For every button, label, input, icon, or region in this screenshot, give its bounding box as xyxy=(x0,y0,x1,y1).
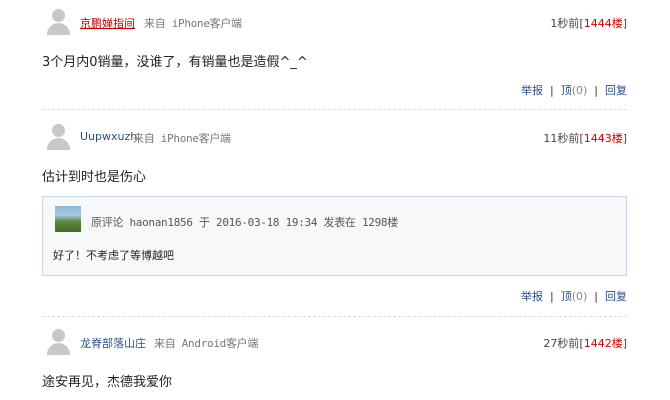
comment-text: 途安再见，杰德我爱你 xyxy=(42,375,173,390)
quoted-user-avatar[interactable] xyxy=(55,206,81,232)
avatar[interactable] xyxy=(46,329,70,355)
avatar[interactable] xyxy=(46,124,70,150)
divider xyxy=(42,109,627,110)
quote-posted: 发表在 xyxy=(323,216,356,229)
upvote-count: (0) xyxy=(571,290,588,303)
upvote-link[interactable]: 顶(0) xyxy=(561,290,588,303)
avatar[interactable] xyxy=(46,9,70,35)
quoted-comment: 原评论 haonan1856 于 2016-03-18 19:34 发表在 12… xyxy=(42,196,627,276)
comment-text: 估计到时也是伤心 xyxy=(42,170,147,185)
quote-at: 于 xyxy=(199,216,210,229)
upvote-link[interactable]: 顶(0) xyxy=(561,84,588,97)
time-floor: 11秒前[1443楼] xyxy=(543,132,627,145)
divider xyxy=(42,316,627,317)
comment-1444: 京鹏婵指间 来自 iPhone客户端 1秒前[1444楼] 3个月内0销量，没谁… xyxy=(42,9,627,104)
post-time: 1秒前 xyxy=(550,17,580,30)
upvote-count: (0) xyxy=(571,84,588,97)
username-link[interactable]: Uupwxuzh xyxy=(80,130,137,143)
quote-datetime: 2016-03-18 19:34 xyxy=(216,216,318,229)
quote-floor: 1298楼 xyxy=(361,216,398,229)
comment-actions: 举报 | 顶(0) | 回复 xyxy=(520,290,627,303)
time-floor: 27秒前[1442楼] xyxy=(543,337,627,350)
time-floor: 1秒前[1444楼] xyxy=(550,17,627,30)
username-link[interactable]: 龙脊部落山庄 xyxy=(80,335,146,351)
quote-label: 原评论 xyxy=(91,216,124,229)
floor-number: 1442楼 xyxy=(583,337,623,350)
quote-text: 好了！不考虑了等博越吧 xyxy=(53,249,174,262)
floor-number: 1444楼 xyxy=(583,17,623,30)
reply-link[interactable]: 回复 xyxy=(605,84,627,97)
comment-1442: 龙脊部落山庄 来自 Android客户端 27秒前[1442楼] 途安再见，杰德… xyxy=(42,329,627,400)
username-link[interactable]: 京鹏婵指间 xyxy=(80,15,135,31)
post-time: 11秒前 xyxy=(543,132,580,145)
client-source: 来自 iPhone客户端 xyxy=(133,132,231,145)
client-source: 来自 iPhone客户端 xyxy=(144,17,242,30)
comment-meta: Uupwxuzh 来自 iPhone客户端 11秒前[1443楼] xyxy=(42,124,627,152)
report-link[interactable]: 举报 xyxy=(521,84,543,97)
client-source: 来自 Android客户端 xyxy=(154,337,259,350)
quote-meta: 原评论 haonan1856 于 2016-03-18 19:34 发表在 12… xyxy=(91,214,398,230)
post-time: 27秒前 xyxy=(543,337,580,350)
report-link[interactable]: 举报 xyxy=(521,290,543,303)
comment-meta: 京鹏婵指间 来自 iPhone客户端 1秒前[1444楼] xyxy=(42,9,627,37)
reply-link[interactable]: 回复 xyxy=(605,290,627,303)
comment-text: 3个月内0销量，没谁了，有销量也是造假^_^ xyxy=(42,55,308,70)
floor-number: 1443楼 xyxy=(583,132,623,145)
comment-actions: 举报 | 顶(0) | 回复 xyxy=(520,84,627,97)
quote-username[interactable]: haonan1856 xyxy=(129,216,193,229)
comment-meta: 龙脊部落山庄 来自 Android客户端 27秒前[1442楼] xyxy=(42,329,627,357)
